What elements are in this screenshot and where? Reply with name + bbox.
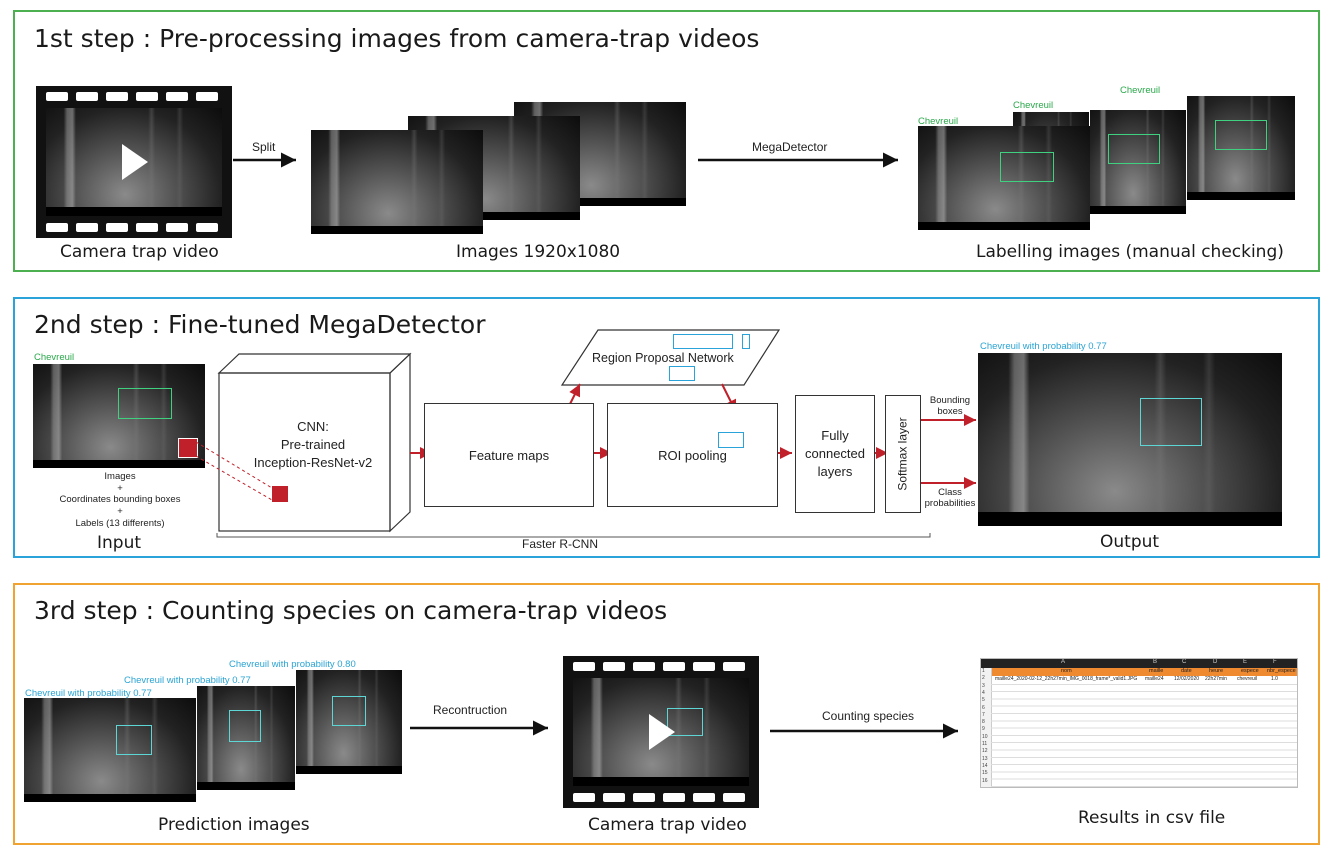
feature-maps-label: Feature maps <box>468 447 550 463</box>
csv-row-number: 6 <box>982 704 985 711</box>
csv-row-number: 3 <box>982 682 985 689</box>
csv-row-number: 8 <box>982 719 985 726</box>
caption-camera-trap-video-2: Camera trap video <box>588 815 747 835</box>
rpn-proposal-1 <box>673 334 733 349</box>
rpn-proposal-3 <box>669 366 695 381</box>
reconstruction-label: Recontruction <box>433 703 508 717</box>
counting-label: Counting species <box>822 709 915 723</box>
output-image <box>978 353 1282 526</box>
csv-row-number: 7 <box>982 711 985 718</box>
cnn-patch <box>272 486 288 502</box>
roi-pooling-label: ROI pooling <box>658 447 727 463</box>
class-probabilities-label: Class probabilities <box>924 487 976 509</box>
pred-box-1 <box>116 725 152 755</box>
pred-label-2: Chevreuil with probability 0.77 <box>124 675 251 686</box>
pred-box-3 <box>332 696 366 726</box>
roi-proposal-box <box>718 432 744 448</box>
cnn-label: CNN: Pre-trained Inception-ResNet-v2 <box>253 419 373 470</box>
fc-layers-label: Fully connected layers <box>805 428 865 479</box>
pred-image-1 <box>24 698 196 802</box>
pred-box-2 <box>229 710 261 742</box>
softmax-box: Softmax layer <box>885 395 921 513</box>
csv-row-number: 12 <box>982 748 988 755</box>
csv-data-row: maille24_2020-02-12_22h27min_IMG_0018_fr… <box>995 676 1278 682</box>
fc-layers-box: Fully connected layers <box>795 395 875 513</box>
rpn-proposal-2 <box>742 334 750 349</box>
caption-output: Output <box>1100 532 1160 552</box>
csv-row-number: 16 <box>982 777 988 784</box>
csv-row-number: 1 <box>982 668 985 674</box>
csv-row-number: 2 <box>982 675 985 682</box>
softmax-label: Softmax layer <box>896 417 911 491</box>
csv-grid <box>991 684 1297 787</box>
bounding-boxes-label: Bounding boxes <box>929 395 971 417</box>
csv-row-number: 10 <box>982 733 988 740</box>
csv-row-number: 14 <box>982 762 988 769</box>
csv-column-letters: A B C D E F <box>981 659 1297 668</box>
feature-maps-box: Feature maps <box>424 403 594 507</box>
play-icon-2[interactable] <box>649 714 675 750</box>
csv-row-number: 11 <box>982 741 988 747</box>
roi-pooling-box: ROI pooling <box>607 403 778 507</box>
csv-row-number: 9 <box>982 726 985 733</box>
step3-video-filmstrip <box>563 656 759 808</box>
step3-title: 3rd step : Counting species on camera-tr… <box>34 596 668 625</box>
pred-label-3: Chevreuil with probability 0.80 <box>229 659 356 670</box>
rpn-label: Region Proposal Network <box>592 351 734 365</box>
output-detection-box <box>1140 398 1202 446</box>
caption-results: Results in csv file <box>1078 808 1226 828</box>
csv-row-number: 4 <box>982 689 985 696</box>
csv-spreadsheet: A B C D E F nom maille date heure espece… <box>980 658 1298 788</box>
csv-row-number: 13 <box>982 755 988 762</box>
csv-row-number: 15 <box>982 770 988 777</box>
faster-rcnn-label: Faster R-CNN <box>522 537 599 551</box>
csv-row-number: 5 <box>982 697 985 704</box>
caption-prediction-images: Prediction images <box>158 815 310 835</box>
output-label: Chevreuil with probability 0.77 <box>980 341 1107 352</box>
csv-header-row: nom maille date heure espece nbr_espece <box>991 668 1297 676</box>
